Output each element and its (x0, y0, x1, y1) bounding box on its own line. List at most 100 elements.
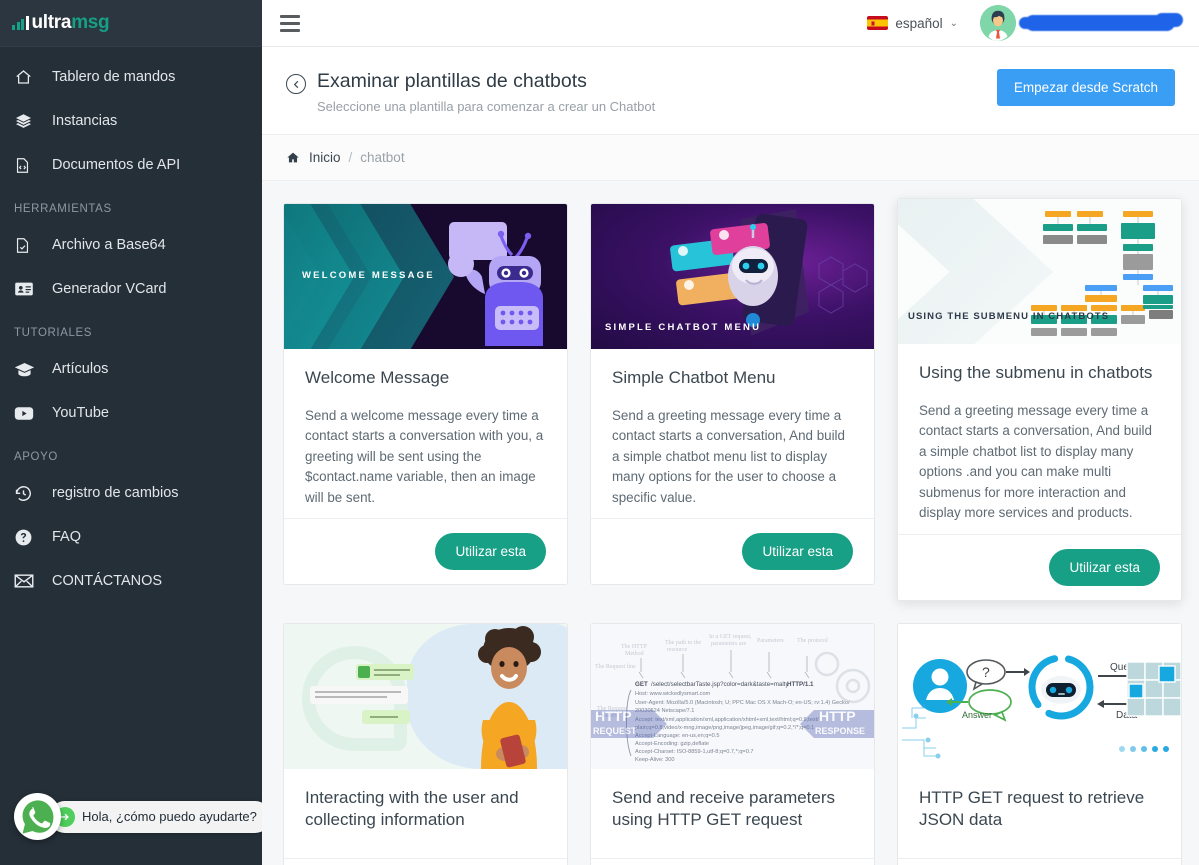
sidebar-item-articles[interactable]: Artículos (0, 347, 262, 391)
template-card[interactable]: Interacting with the user and collecting… (283, 622, 568, 865)
template-card-footer: Utilizar esta (284, 518, 567, 584)
template-card-footer: Utilizar esta (898, 857, 1181, 865)
templates-content: WELCOME MESSAGE Welcome Message Send a w… (262, 181, 1199, 865)
template-card-footer: Utilizar esta (591, 518, 874, 584)
svg-text:The Request line: The Request line (595, 664, 636, 670)
svg-text:Host: www.wickedlysmart.com: Host: www.wickedlysmart.com (635, 691, 711, 697)
spain-flag-icon (867, 16, 889, 30)
whatsapp-chat-widget[interactable]: Hola, ¿cómo puedo ayudarte? (14, 793, 262, 840)
template-thumbnail: ? Answer Query (898, 623, 1181, 769)
thumbnail-label: SIMPLE CHATBOT MENU (605, 322, 762, 334)
template-card[interactable]: WELCOME MESSAGE Welcome Message Send a w… (283, 203, 568, 586)
template-card-footer: Utilizar esta (591, 857, 874, 865)
svg-text:Method: Method (625, 651, 644, 657)
topbar-right-group: español ⌄ (867, 5, 1183, 41)
svg-text:Accept-Charset: ISO-8859-1,utf: Accept-Charset: ISO-8859-1,utf-8;q=0.7,*… (635, 749, 753, 755)
user-menu[interactable] (980, 5, 1183, 41)
signal-bars-icon (12, 15, 29, 30)
template-card[interactable]: SIMPLE CHATBOT MENU Simple Chatbot Menu … (590, 203, 875, 586)
svg-text:REQUEST: REQUEST (593, 726, 637, 736)
chat-bubbles-illustration (310, 663, 414, 724)
file-check-icon (14, 234, 40, 256)
sidebar-section-support: APOYO (14, 451, 58, 463)
sidebar-item-file-to-base64[interactable]: Archivo a Base64 (0, 223, 262, 267)
breadcrumb-separator: / (348, 150, 353, 166)
template-card-body: Send and receive parameters using HTTP G… (591, 769, 874, 858)
main-area: español ⌄ Examinar plantillas de chatbot… (262, 0, 1199, 865)
breadcrumb-home-link[interactable]: Inicio (309, 150, 341, 165)
username-redacted (1019, 13, 1183, 31)
sidebar-item-vcard-generator[interactable]: Generador VCard (0, 267, 262, 311)
use-template-button[interactable]: Utilizar esta (1049, 548, 1160, 586)
language-selector[interactable]: español ⌄ (867, 16, 958, 31)
whatsapp-icon[interactable] (14, 793, 61, 840)
history-clock-icon (14, 482, 40, 504)
thumbnail-label: WELCOME MESSAGE (302, 270, 435, 282)
brand-name-primary: ultra (31, 12, 72, 33)
sidebar-item-label: FAQ (52, 529, 82, 545)
svg-text:resource: resource (667, 647, 688, 653)
template-thumbnail (284, 623, 567, 769)
template-card[interactable]: ? Answer Query HTTP GET request to retri… (897, 622, 1182, 865)
template-thumbnail: SIMPLE CHATBOT MENU (591, 204, 874, 350)
template-card[interactable]: The HTTP Method The path to the resource I… (590, 622, 875, 865)
back-arrow-icon[interactable] (286, 74, 306, 94)
avatar (980, 5, 1016, 41)
breadcrumb-current: chatbot (360, 150, 405, 166)
template-card-body: Welcome Message Send a welcome message e… (284, 349, 567, 518)
template-card-body: Using the submenu in chatbots Send a gre… (898, 344, 1181, 533)
vcard-icon (14, 278, 40, 300)
template-title: Simple Chatbot Menu (612, 368, 776, 388)
sidebar-item-label: Archivo a Base64 (52, 237, 166, 253)
sidebar-item-changelog[interactable]: registro de cambios (0, 471, 262, 515)
svg-text:User-Agent: Mozilla/5.0 (Macin: User-Agent: Mozilla/5.0 (Macintosh; U; P… (635, 700, 850, 706)
home-icon (14, 66, 40, 88)
language-label: español (895, 15, 943, 31)
template-card[interactable]: USING THE SUBMENU IN CHATBOTS Using the … (897, 198, 1182, 601)
sidebar-item-instances[interactable]: Instancias (0, 99, 262, 143)
sidebar-item-faq[interactable]: FAQ (0, 515, 262, 559)
template-title: Send and receive parameters using HTTP G… (612, 787, 836, 830)
svg-text:Keep-Alive: 300: Keep-Alive: 300 (635, 757, 675, 763)
use-template-button[interactable]: Utilizar esta (435, 533, 546, 571)
api-document-icon (14, 154, 40, 176)
template-title: HTTP GET request to retrieve JSON data (919, 787, 1145, 830)
sidebar-item-contact-us[interactable]: CONTÁCTANOS (0, 559, 262, 603)
sidebar-item-label: registro de cambios (52, 485, 179, 501)
robot-illustration (448, 222, 543, 347)
whatsapp-message-bubble[interactable]: Hola, ¿cómo puedo ayudarte? (49, 800, 262, 833)
svg-text:parameters are: parameters are (711, 641, 746, 647)
hamburger-menu-icon[interactable] (280, 14, 300, 32)
template-card-body: Simple Chatbot Menu Send a greeting mess… (591, 349, 874, 518)
sidebar-section-tools: HERRAMIENTAS (14, 203, 112, 215)
sidebar-item-label: Artículos (52, 361, 109, 377)
svg-text:/select/selectbarTaste.jsp?col: /select/selectbarTaste.jsp?color=dark&ta… (651, 681, 789, 688)
template-card-body: Interacting with the user and collecting… (284, 769, 567, 858)
template-title: Interacting with the user and collecting… (305, 787, 519, 830)
sidebar-item-label: YouTube (52, 405, 109, 421)
sidebar-item-api-docs[interactable]: Documentos de API (0, 143, 262, 187)
svg-text:RESPONSE: RESPONSE (815, 726, 865, 736)
brand-logo[interactable]: ultramsg (0, 0, 262, 47)
template-title: Using the submenu in chatbots (919, 363, 1153, 383)
sidebar-item-youtube[interactable]: YouTube (0, 391, 262, 435)
template-card-body: HTTP GET request to retrieve JSON data (898, 769, 1181, 858)
template-description: Send a welcome message every time a cont… (305, 407, 544, 505)
page-title: Examinar plantillas de chatbots (317, 70, 587, 92)
start-from-scratch-button[interactable]: Empezar desde Scratch (996, 69, 1175, 106)
svg-text:Accept-Encoding: gzip,deflate: Accept-Encoding: gzip,deflate (635, 741, 709, 747)
breadcrumb: Inicio / chatbot (262, 135, 1199, 182)
sidebar-section-tutorials: TUTORIALES (14, 327, 92, 339)
sidebar-item-label: Instancias (52, 113, 118, 129)
svg-text:?: ? (982, 664, 990, 680)
svg-text:GET: GET (635, 681, 648, 688)
template-thumbnail: The HTTP Method The path to the resource I… (591, 623, 874, 769)
sidebar-item-dashboard[interactable]: Tablero de mandos (0, 55, 262, 99)
template-card-footer: Utilizar esta (284, 857, 567, 865)
http-request-illustration: The HTTPMethod The path to theresource I… (591, 623, 874, 769)
carousel-dots[interactable] (1119, 745, 1169, 752)
svg-text:HTTP: HTTP (595, 708, 632, 724)
youtube-icon (14, 402, 40, 424)
svg-text:HTTP: HTTP (819, 708, 856, 724)
use-template-button[interactable]: Utilizar esta (742, 533, 853, 571)
